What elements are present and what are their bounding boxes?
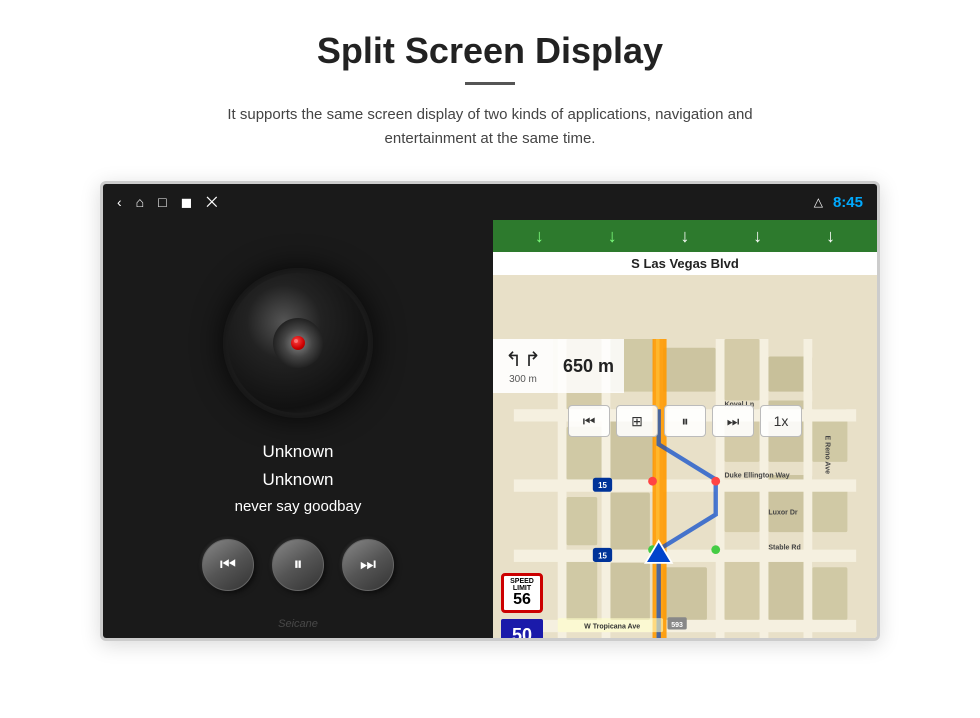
page-container: Split Screen Display It supports the sam… [0,0,980,718]
music-artist: Unknown [235,470,362,490]
svg-text:Duke Ellington Way: Duke Ellington Way [725,473,790,480]
nav-panel: ↓ ↓ ↓ ↓ ↓ S Las Vegas Blvd [493,220,877,638]
svg-text:W Tropicana Ave: W Tropicana Ave [584,624,640,631]
nav-menu-button[interactable]: ⊞ [616,405,658,437]
speed-limit-value: 56 [504,592,540,608]
cd-inner [273,318,323,368]
music-info: Unknown Unknown never say goodbay [235,442,362,515]
status-bar-left: ‹ ⌂ □ ◼ ⨉ [117,194,217,211]
cd-art [223,268,373,418]
image-icon[interactable]: ◼ [181,194,193,211]
svg-text:Luxor Dr: Luxor Dr [768,510,798,517]
nav-instruction: ↰ ↱ 300 m 650 m [493,339,877,393]
speed-limit-label: SPEEDLIMIT [504,578,540,592]
nav-prev-button[interactable]: ⏮ [568,405,610,437]
turn-box: ↰ ↱ 300 m [493,339,553,393]
svg-text:E Reno Ave: E Reno Ave [823,436,830,475]
turn-arrows: ↰ ↱ [505,347,541,372]
current-speed-box: 50 [501,619,543,638]
nav-header: ↓ ↓ ↓ ↓ ↓ [493,220,877,252]
page-subtitle: It supports the same screen display of t… [180,103,800,151]
left-turn-arrow: ↰ [505,347,522,372]
status-time: 8:45 [833,194,863,211]
pause-icon: ⏸ [294,554,303,575]
nav-speed-button[interactable]: 1x [760,405,802,437]
page-title: Split Screen Display [317,30,663,72]
music-song: never say goodbay [235,498,362,515]
nav-media-controls: ⏮ ⊞ ⏸ ⏭ 1x [493,405,877,437]
next-icon: ⏭ [360,554,376,575]
music-panel-watermark: Seicane [278,618,318,630]
cd-outer-ring [228,273,368,413]
nav-arrow-4: ↓ [753,226,762,247]
nav-arrow-1: ↓ [535,226,544,247]
cd-center-dot [291,336,305,350]
nav-arrow-2: ↓ [608,226,617,247]
street-name: S Las Vegas Blvd [631,256,739,271]
current-speed: 50 [512,625,532,639]
side-distance-box: 650 m [553,339,624,393]
svg-text:Stable Rd: Stable Rd [768,545,800,552]
svg-text:593: 593 [671,622,683,629]
music-panel: Unknown Unknown never say goodbay ⏮ ⏸ ⏭ … [103,220,493,638]
nav-arrow-5: ↓ [826,226,835,247]
street-name-bar: S Las Vegas Blvd [493,252,877,275]
pause-button[interactable]: ⏸ [272,539,324,591]
prev-button[interactable]: ⏮ [202,539,254,591]
window-icon[interactable]: □ [158,194,166,210]
svg-text:15: 15 [598,481,607,490]
speed-limit-sign: SPEEDLIMIT 56 [501,573,543,613]
triangle-icon: △ [814,195,823,209]
title-divider [465,82,515,85]
device-frame: ‹ ⌂ □ ◼ ⨉ △ 8:45 [100,181,880,641]
usb-icon[interactable]: ⨉ [206,194,217,211]
map-background: 15 15 W Tropicana Ave 593 Koval Ln Duke … [493,275,877,638]
nav-arrow-3: ↓ [680,226,689,247]
next-button[interactable]: ⏭ [342,539,394,591]
svg-text:15: 15 [598,551,607,560]
nav-pause-button[interactable]: ⏸ [664,405,706,437]
status-bar-right: △ 8:45 [814,194,863,211]
back-icon[interactable]: ‹ [117,194,122,210]
music-controls: ⏮ ⏸ ⏭ [202,539,394,591]
side-distance: 650 m [563,356,614,377]
prev-icon: ⏮ [220,554,236,575]
nav-next-button[interactable]: ⏭ [712,405,754,437]
music-track-title: Unknown [235,442,362,462]
status-bar: ‹ ⌂ □ ◼ ⨉ △ 8:45 [103,184,877,220]
split-content: Unknown Unknown never say goodbay ⏮ ⏸ ⏭ … [103,220,877,638]
home-icon[interactable]: ⌂ [136,194,144,210]
right-turn-arrow: ↱ [524,347,541,372]
turn-distance: 300 m [509,374,537,385]
